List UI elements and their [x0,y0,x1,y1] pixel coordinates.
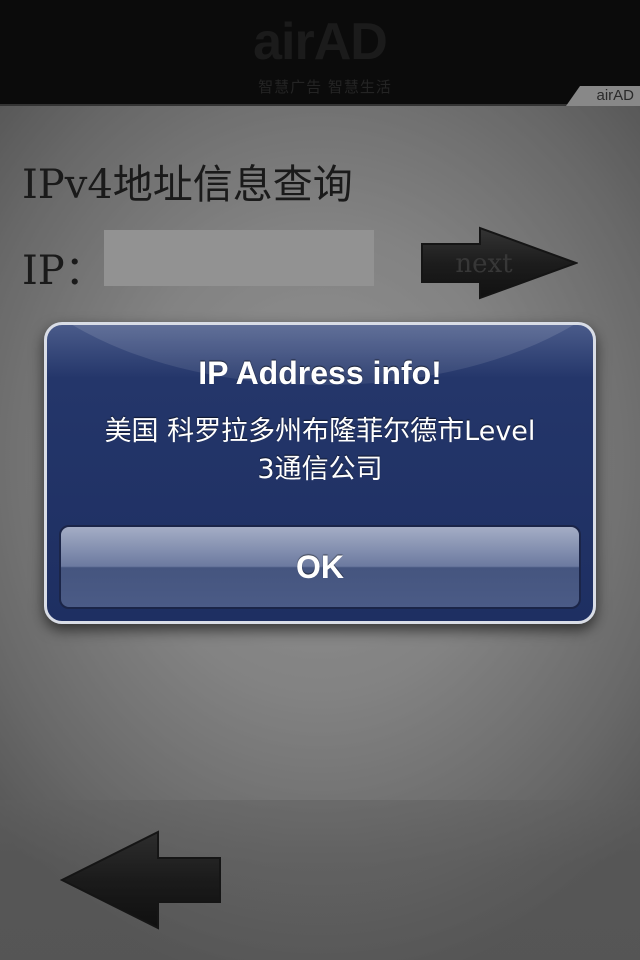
alert-message-line1: 美国 科罗拉多州布隆菲尔德市Level [104,416,536,447]
alert-dialog: IP Address info! 美国 科罗拉多州布隆菲尔德市Level 3通信… [44,322,596,624]
alert-title: IP Address info! [198,355,442,391]
ok-button[interactable]: OK [59,525,581,609]
alert-message: 美国 科罗拉多州布隆菲尔德市Level 3通信公司 [67,413,573,489]
alert-message-line2: 3通信公司 [257,454,383,485]
